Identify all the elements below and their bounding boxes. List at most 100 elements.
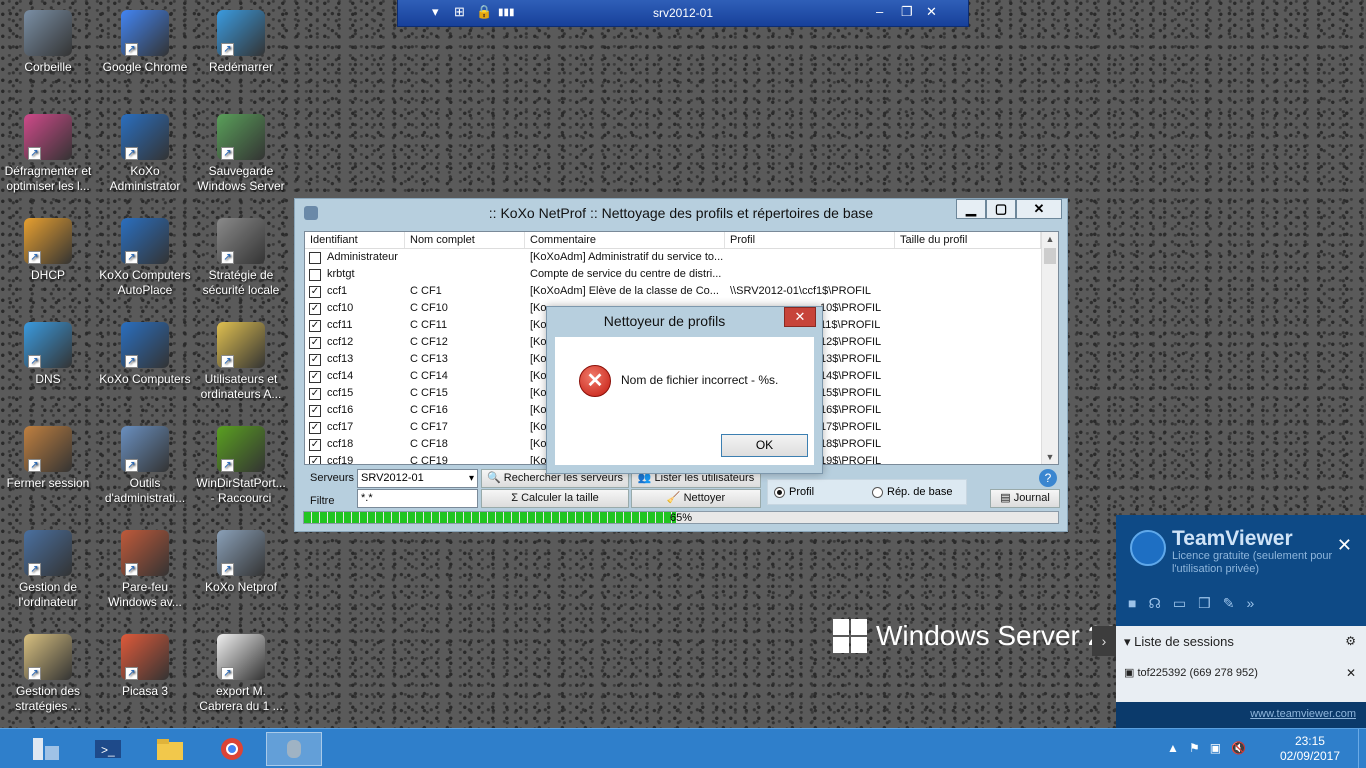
taskbar-chrome[interactable] (204, 732, 260, 766)
desktop-icon[interactable]: ↗ KoXo Netprof (193, 530, 289, 595)
desktop-icon[interactable]: ↗ DNS (0, 322, 96, 387)
row-checkbox[interactable] (309, 268, 321, 281)
shortcut-arrow-icon: ↗ (221, 667, 234, 680)
desktop-icon[interactable]: ↗ Stratégie de sécurité locale (193, 218, 289, 298)
files-icon[interactable]: ❒ (1198, 595, 1211, 612)
filter-input[interactable]: *.* (357, 489, 478, 508)
clean-button[interactable]: 🧹 Nettoyer (631, 489, 761, 508)
row-checkbox[interactable]: ✓ (309, 319, 321, 332)
desktop-icon[interactable]: ↗ Utilisateurs et ordinateurs A... (193, 322, 289, 402)
taskbar-koxo-netprof[interactable] (266, 732, 322, 766)
tools-icon[interactable]: ✎ (1223, 595, 1235, 612)
tray-expand-icon[interactable]: ▲ (1167, 741, 1179, 755)
shortcut-arrow-icon: ↗ (28, 355, 41, 368)
radio-rep-base[interactable]: Rép. de base (872, 486, 952, 498)
scroll-thumb[interactable] (1044, 248, 1056, 264)
restore-icon[interactable]: ❐ (901, 4, 913, 20)
close-icon[interactable]: ✕ (926, 4, 937, 20)
teamviewer-close-icon[interactable]: ✕ (1337, 535, 1352, 556)
row-checkbox[interactable]: ✓ (309, 438, 321, 451)
col-taille[interactable]: Taille du profil (895, 232, 1041, 248)
teamviewer-link[interactable]: www.teamviewer.com (1250, 708, 1356, 720)
taskbar-powershell[interactable]: >_ (80, 732, 136, 766)
shortcut-arrow-icon: ↗ (221, 563, 234, 576)
app-shortcut-icon: ↗ (217, 426, 265, 472)
desktop-icon[interactable]: ↗ KoXo Administrator (97, 114, 193, 194)
col-nom-complet[interactable]: Nom complet (405, 232, 525, 248)
session-item[interactable]: ▣ tof225392 (669 278 952) (1124, 666, 1258, 679)
progress-text: 65% (669, 512, 693, 524)
scroll-up-icon[interactable]: ▲ (1042, 234, 1058, 244)
desktop-icon[interactable]: ↗ Redémarrer (193, 10, 289, 75)
desktop-icon[interactable]: ↗ KoXo Computers (97, 322, 193, 387)
desktop-icon[interactable]: ↗ Pare-feu Windows av... (97, 530, 193, 610)
ok-button[interactable]: OK (721, 434, 808, 457)
clock[interactable]: 23:15 02/09/2017 (1280, 734, 1340, 764)
table-row[interactable]: Administrateur [KoXoAdm] Administratif du… (305, 249, 1058, 266)
cell-identifiant: ✓ ccf15 (305, 385, 405, 402)
row-checkbox[interactable]: ✓ (309, 353, 321, 366)
desktop-icon[interactable]: ↗ Fermer session (0, 426, 96, 491)
show-desktop-button[interactable] (1358, 729, 1366, 768)
chrome-icon (221, 738, 243, 760)
table-row[interactable]: ✓ ccf1 C CF1 [KoXoAdm] Elève de la classe d… (305, 283, 1058, 300)
desktop-icon-label: Corbeille (24, 60, 72, 74)
desktop-icon[interactable]: ↗ Outils d'administrati... (97, 426, 193, 506)
row-checkbox[interactable] (309, 251, 321, 264)
camera-icon[interactable]: ■ (1128, 595, 1136, 612)
desktop-icon[interactable]: ↗ DHCP (0, 218, 96, 283)
row-checkbox[interactable]: ✓ (309, 421, 321, 434)
row-checkbox[interactable]: ✓ (309, 455, 321, 464)
desktop-icon[interactable]: Corbeille (0, 10, 96, 75)
compute-size-button[interactable]: Σ Calculer la taille (481, 489, 629, 508)
desktop-icon[interactable]: ↗ Gestion de l'ordinateur (0, 530, 96, 610)
more-icon[interactable]: » (1246, 595, 1254, 612)
dialog-close-button[interactable]: ✕ (784, 307, 816, 327)
desktop-icon[interactable]: ↗ export M. Cabrera du 1 ... (193, 634, 289, 714)
chat-icon[interactable]: ▭ (1173, 595, 1186, 612)
row-checkbox[interactable]: ✓ (309, 285, 321, 298)
minimize-button[interactable]: ▁ (956, 199, 986, 219)
start-button[interactable] (18, 732, 74, 766)
table-row[interactable]: krbtgt Compte de service du centre de dis… (305, 266, 1058, 283)
desktop-icon[interactable]: ↗ KoXo Computers AutoPlace (97, 218, 193, 298)
row-checkbox[interactable]: ✓ (309, 336, 321, 349)
row-checkbox[interactable]: ✓ (309, 404, 321, 417)
volume-icon[interactable]: 🔇 (1231, 741, 1246, 755)
desktop-icon-label: Sauvegarde Windows Server (197, 164, 285, 193)
help-icon[interactable]: ? (1039, 469, 1057, 487)
flag-icon[interactable]: ⚑ (1189, 741, 1200, 755)
close-button[interactable]: ✕ (1016, 199, 1062, 219)
servers-combo[interactable]: SRV2012-01 ▾ (357, 469, 478, 488)
taskbar-explorer[interactable] (142, 732, 198, 766)
row-checkbox[interactable]: ✓ (309, 302, 321, 315)
col-profil[interactable]: Profil (725, 232, 895, 248)
desktop-icon[interactable]: ↗ Google Chrome (97, 10, 193, 75)
desktop-icon[interactable]: ↗ Picasa 3 (97, 634, 193, 699)
scroll-down-icon[interactable]: ▼ (1042, 452, 1058, 462)
sessions-header[interactable]: ▾ Liste de sessions (1124, 634, 1234, 650)
headset-icon[interactable]: ☊ (1148, 595, 1160, 612)
journal-button[interactable]: ▤ Journal (990, 489, 1060, 508)
col-commentaire[interactable]: Commentaire (525, 232, 725, 248)
error-icon: ✕ (579, 365, 611, 397)
cell-identifiant: ✓ ccf16 (305, 402, 405, 419)
server-manager-icon (33, 738, 59, 760)
desktop-icon[interactable]: ↗ WinDirStatPort... - Raccourci (193, 426, 289, 506)
maximize-button[interactable]: ▢ (986, 199, 1016, 219)
dialog-message: Nom de fichier incorrect - %s. (621, 373, 779, 387)
session-close-icon[interactable]: ✕ (1346, 666, 1356, 680)
desktop-icon[interactable]: ↗ Sauvegarde Windows Server (193, 114, 289, 194)
col-identifiant[interactable]: Identifiant (305, 232, 405, 248)
desktop-icon[interactable]: ↗ Gestion des stratégies ... (0, 634, 96, 714)
desktop-icon-label: Gestion de l'ordinateur (18, 580, 78, 609)
network-icon[interactable]: ▣ (1210, 741, 1221, 755)
vertical-scrollbar[interactable]: ▲ ▼ (1041, 232, 1058, 464)
row-checkbox[interactable]: ✓ (309, 387, 321, 400)
teamviewer-collapse-button[interactable]: › (1092, 626, 1116, 656)
row-checkbox[interactable]: ✓ (309, 370, 321, 383)
minimize-icon[interactable]: – (876, 4, 883, 19)
radio-profil[interactable]: Profil (774, 486, 814, 498)
settings-gear-icon[interactable]: ⚙ (1345, 634, 1356, 648)
desktop-icon[interactable]: ↗ Défragmenter et optimiser les l... (0, 114, 96, 194)
